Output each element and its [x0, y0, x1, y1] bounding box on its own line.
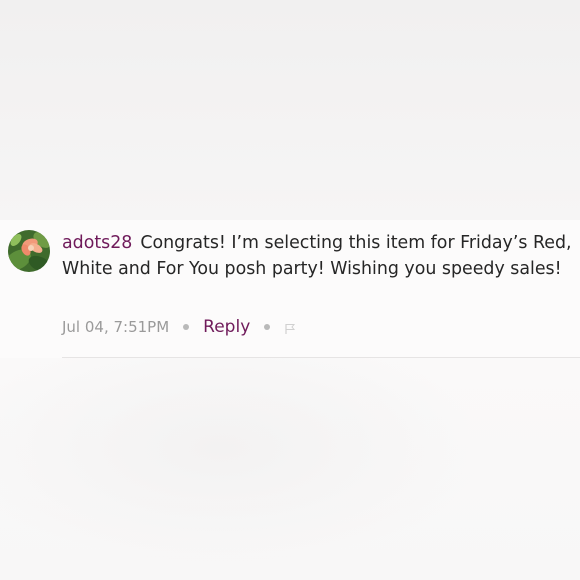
comment-timestamp: Jul 04, 7:51PM	[62, 318, 170, 336]
blurred-background-bottom	[0, 358, 580, 580]
comment-message: Congrats! I’m selecting this item for Fr…	[62, 233, 572, 279]
separator-dot-icon	[183, 324, 190, 330]
flag-icon[interactable]	[284, 321, 296, 334]
separator-dot-icon	[264, 324, 271, 330]
avatar[interactable]	[8, 230, 50, 272]
blurred-background-top	[0, 0, 580, 220]
comment-meta-row: Jul 04, 7:51PM Reply	[62, 317, 296, 337]
avatar-flower-image	[8, 230, 50, 272]
comment-card: adots28 Congrats! I’m selecting this item…	[0, 220, 580, 358]
comment-username[interactable]: adots28	[62, 233, 132, 253]
reply-button[interactable]: Reply	[203, 317, 250, 337]
comment-text-block: adots28 Congrats! I’m selecting this item…	[62, 230, 574, 282]
page: adots28 Congrats! I’m selecting this item…	[0, 0, 580, 580]
